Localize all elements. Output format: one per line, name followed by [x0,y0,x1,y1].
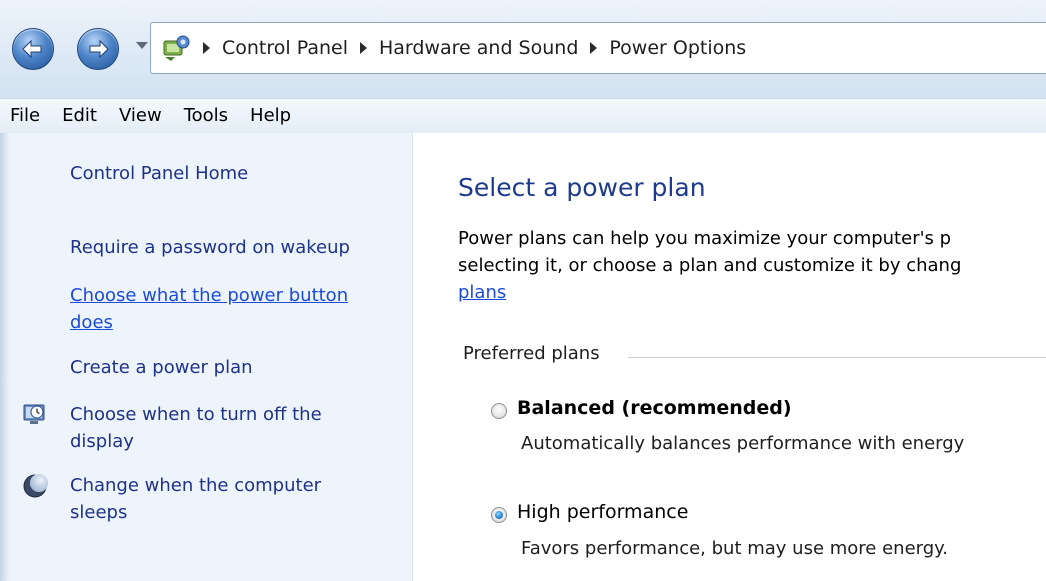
turn-off-display-link[interactable]: Choose when to turn off the display [70,401,390,455]
turn-off-display-line2[interactable]: display [70,431,134,452]
main-content: Select a power plan Power plans can help… [413,133,1046,581]
task-pane-edge [0,133,10,581]
back-arrow-icon [22,39,42,59]
breadcrumb-control-panel[interactable]: Control Panel [222,37,348,59]
intro-text: Power plans can help you maximize your c… [458,225,1046,306]
address-field[interactable]: Control Panel Hardware and Sound Power O… [150,22,1046,74]
high-performance-plan-radio[interactable] [491,507,507,523]
high-performance-plan-label[interactable]: High performance [517,501,688,523]
breadcrumb-separator[interactable] [359,42,367,54]
menu-help[interactable]: Help [239,99,302,133]
preferred-plans-header: Preferred plans [463,343,600,364]
menu-tools[interactable]: Tools [173,99,239,133]
forward-button[interactable] [77,28,119,70]
menu-file[interactable]: File [0,99,51,133]
page-title: Select a power plan [458,173,706,202]
breadcrumb-hardware-and-sound[interactable]: Hardware and Sound [379,37,578,59]
turn-off-display-line1[interactable]: Choose when to turn off the [70,404,322,425]
menu-view[interactable]: View [108,99,173,133]
intro-line-1: Power plans can help you maximize your c… [458,228,952,249]
control-panel-icon [163,35,190,61]
balanced-plan-radio[interactable] [491,403,507,419]
change-sleep-line1[interactable]: Change when the computer [70,475,321,496]
power-button-link-line2[interactable]: does [70,312,113,333]
menu-edit[interactable]: Edit [51,99,108,133]
create-power-plan-link[interactable]: Create a power plan [70,354,253,381]
breadcrumb-power-options[interactable]: Power Options [609,37,746,59]
task-pane: Control Panel Home Require a password on… [0,133,413,581]
intro-line-2: selecting it, or choose a plan and custo… [458,255,962,276]
monitor-clock-icon [23,404,45,424]
breadcrumb: Control Panel Hardware and Sound Power O… [203,23,746,73]
breadcrumb-separator[interactable] [590,42,598,54]
moon-icon [23,474,48,498]
forward-arrow-icon [89,39,109,59]
change-sleep-link[interactable]: Change when the computer sleeps [70,472,390,526]
address-bar: Control Panel Hardware and Sound Power O… [0,0,1046,98]
power-options-window: Control Panel Hardware and Sound Power O… [0,0,1046,581]
require-password-link[interactable]: Require a password on wakeup [70,234,400,261]
power-button-link[interactable]: Choose what the power button does [70,282,400,336]
plans-link[interactable]: plans [458,282,506,303]
back-button[interactable] [12,28,54,70]
balanced-plan-description: Automatically balances performance with … [521,433,965,454]
change-sleep-line2[interactable]: sleeps [70,502,127,523]
balanced-plan-label[interactable]: Balanced (recommended) [517,397,792,419]
recent-pages-dropdown[interactable] [136,42,148,49]
high-performance-plan-description: Favors performance, but may use more ene… [521,538,948,559]
breadcrumb-separator[interactable] [203,42,210,54]
power-button-link-line1[interactable]: Choose what the power button [70,285,348,306]
control-panel-home-link[interactable]: Control Panel Home [70,160,248,187]
menu-bar: File Edit View Tools Help [0,98,1046,134]
group-divider [628,357,1046,358]
